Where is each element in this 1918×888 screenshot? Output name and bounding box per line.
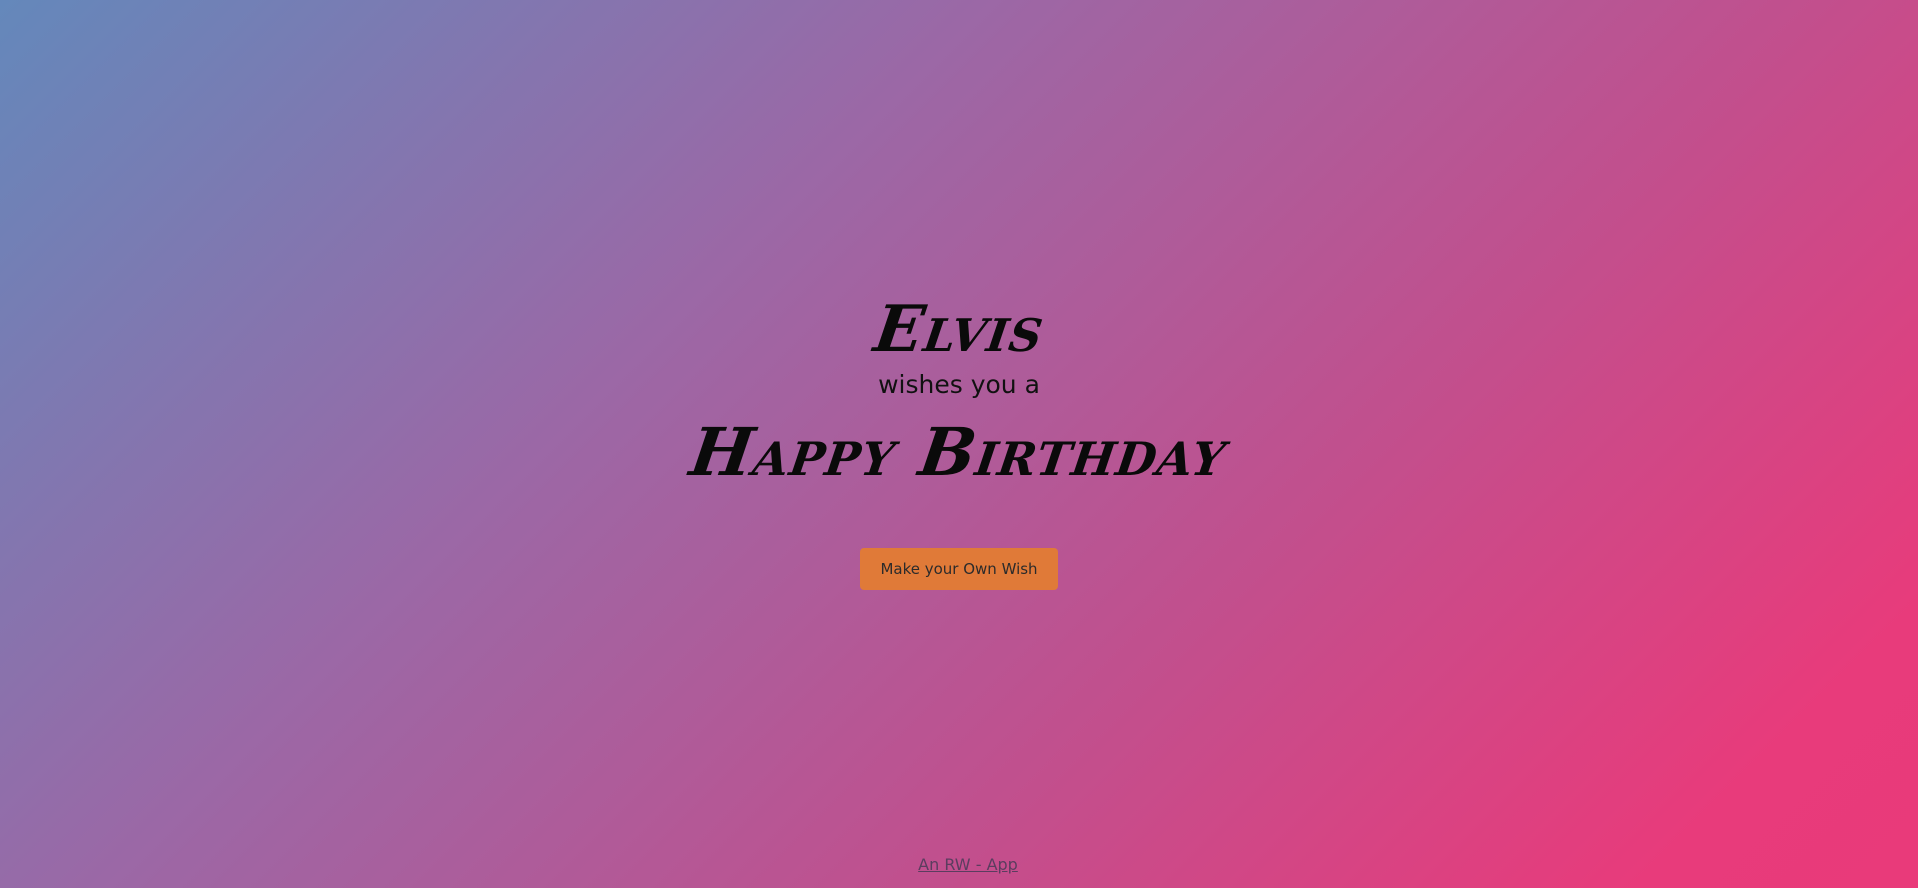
wish-card: Elvis wishes you a Happy Birthday Make y… — [0, 292, 1918, 590]
cta-container: Make your Own Wish — [0, 548, 1918, 590]
footer: An RW - App — [0, 855, 1918, 874]
make-your-own-wish-button[interactable]: Make your Own Wish — [860, 548, 1058, 590]
wishes-text: wishes you a — [878, 370, 1040, 399]
sender-name: Elvis — [869, 292, 1049, 367]
app-credit-link[interactable]: An RW - App — [918, 855, 1018, 874]
greeting-title: Happy Birthday — [685, 413, 1233, 491]
